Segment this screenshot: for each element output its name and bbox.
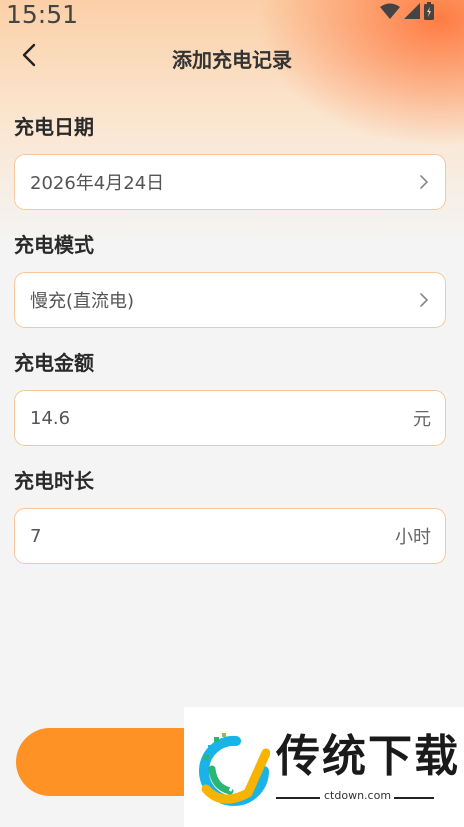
amount-value: 14.6 bbox=[30, 407, 71, 429]
navigation-bar: 添加充电记录 bbox=[0, 36, 464, 78]
wifi-icon bbox=[380, 3, 400, 19]
duration-unit: 小时 bbox=[395, 527, 431, 548]
amount-unit: 元 bbox=[413, 409, 431, 430]
watermark-logo-icon bbox=[192, 729, 271, 809]
status-icons bbox=[380, 2, 434, 20]
chevron-right-icon bbox=[417, 293, 431, 307]
mode-selector[interactable]: 慢充(直流电) bbox=[14, 272, 446, 328]
battery-icon bbox=[424, 2, 434, 20]
page-title: 添加充电记录 bbox=[172, 48, 292, 72]
mode-value: 慢充(直流电) bbox=[30, 291, 135, 312]
amount-field[interactable]: 14.6 元 bbox=[14, 390, 446, 446]
charge-record-form: 充电日期 2026年4月24日 充电模式 慢充(直流电) 充电金额 14.6 元… bbox=[14, 112, 446, 564]
amount-label: 充电金额 bbox=[14, 351, 94, 375]
status-time: 15:51 bbox=[6, 0, 79, 29]
duration-value: 7 bbox=[30, 525, 42, 547]
date-value: 2026年4月24日 bbox=[30, 173, 165, 194]
mode-label: 充电模式 bbox=[14, 233, 94, 257]
duration-field[interactable]: 7 小时 bbox=[14, 508, 446, 564]
chevron-right-icon bbox=[417, 175, 431, 189]
watermark-url: ctdown.com bbox=[324, 789, 392, 802]
date-selector[interactable]: 2026年4月24日 bbox=[14, 154, 446, 210]
watermark-text: 传统下载 bbox=[276, 731, 460, 782]
watermark-divider bbox=[276, 797, 320, 799]
signal-icon bbox=[404, 3, 420, 19]
status-bar: 15:51 bbox=[0, 0, 464, 30]
watermark-divider bbox=[394, 797, 434, 799]
duration-label: 充电时长 bbox=[14, 469, 94, 493]
watermark-overlay: 传统下载 ctdown.com bbox=[184, 707, 464, 827]
date-label: 充电日期 bbox=[14, 115, 94, 139]
